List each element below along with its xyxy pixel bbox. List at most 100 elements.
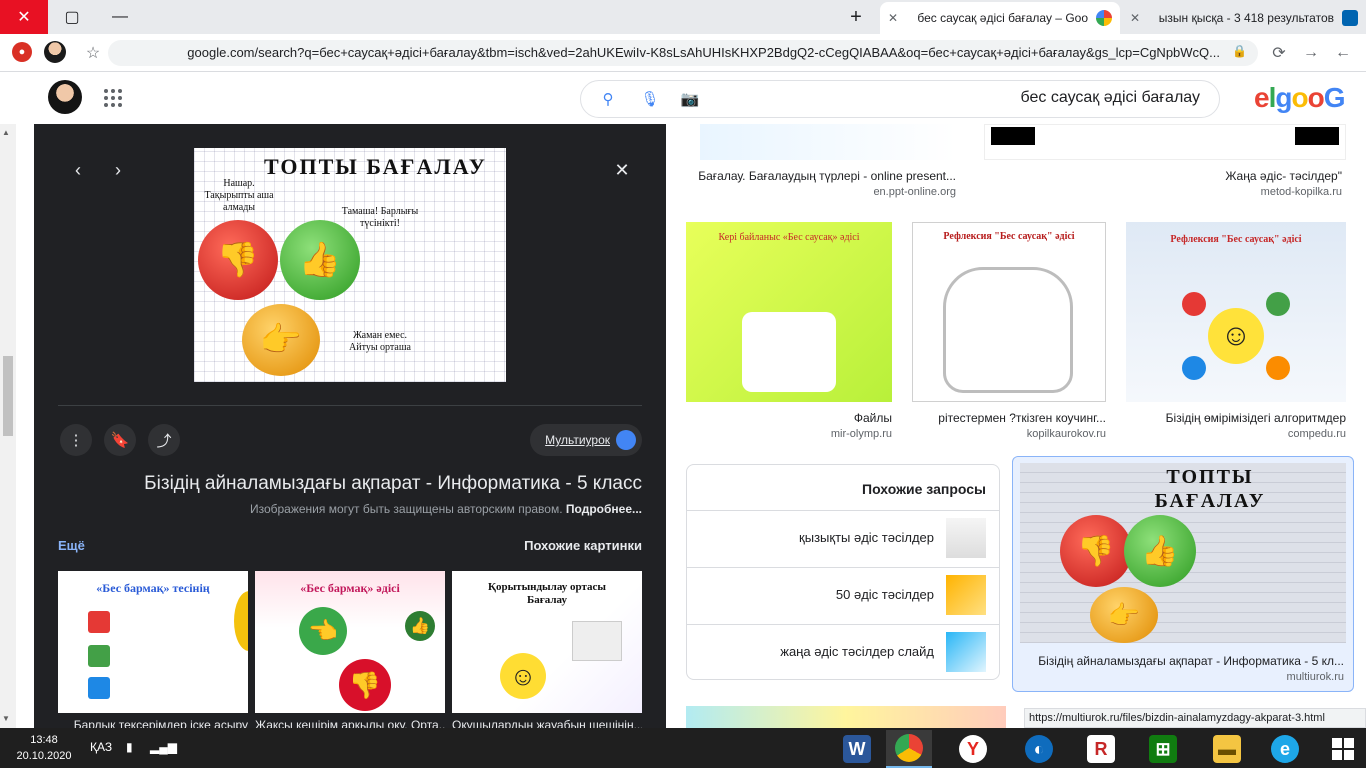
result-source[interactable]: en.ppt-online.org: [692, 186, 956, 198]
result-title[interactable]: Бағалау. Бағалаудың түрлері - online pre…: [692, 169, 956, 183]
window-maximize-button[interactable]: ▢: [48, 0, 96, 34]
result-image[interactable]: Рефлексия "Бес саусақ" әдісі: [912, 222, 1106, 402]
status-bar-url: https://multiurok.ru/files/bizdin-ainala…: [1024, 708, 1366, 728]
related-search-thumbnail[interactable]: [946, 575, 986, 615]
result-image[interactable]: [686, 706, 1006, 728]
similar-thumbnail[interactable]: «Бес бармақ» тесінің: [58, 571, 248, 713]
next-image-icon[interactable]: ›: [106, 158, 130, 182]
result-title[interactable]: Файлы: [686, 411, 892, 425]
back-icon[interactable]: ←: [1330, 40, 1356, 66]
source-chip[interactable]: Мультиурок: [530, 424, 642, 456]
new-tab-button[interactable]: +: [842, 4, 870, 30]
taskbar-app-rar[interactable]: R: [1078, 730, 1124, 768]
result-title[interactable]: Жаңа әдіс- тәсілдер": [984, 169, 1342, 183]
source-name[interactable]: Мультиурок: [545, 433, 610, 447]
result-image[interactable]: [984, 124, 1346, 160]
related-search-label[interactable]: қызықты әдіс тәсілдер: [700, 530, 934, 545]
logo-letter: e: [1254, 82, 1270, 113]
similar-caption[interactable]: Оқушылардың жауабын шешінін...: [452, 718, 642, 728]
result-title[interactable]: Бізідің өмірімізідегі алгоритмдер: [1126, 411, 1346, 425]
lock-icon[interactable]: 🔒: [1232, 44, 1247, 58]
apps-grid-icon[interactable]: [104, 89, 122, 107]
tab-google-images[interactable]: ✕ бес саусақ әдісі бағалау – Goo: [880, 2, 1120, 34]
taskbar-app-ie[interactable]: e: [1262, 730, 1308, 768]
address-bar-url[interactable]: google.com/search?q=бес+саусақ+әдісі+бағ…: [120, 45, 1220, 60]
input-language[interactable]: ҚАЗ: [90, 740, 112, 754]
close-preview-icon[interactable]: ✕: [610, 158, 634, 182]
extension-icon[interactable]: ●: [12, 42, 32, 62]
search-icon[interactable]: ⚲: [598, 89, 618, 109]
clock-time: 13:48: [30, 734, 58, 746]
similar-caption[interactable]: Жақсы кешірім арқылы оқу. Орта...: [255, 718, 445, 728]
scrollbar-thumb[interactable]: [3, 356, 13, 436]
selected-result-image[interactable]: ТОПТЫ БАҒАЛАУ 👎 👍 👉: [1020, 463, 1346, 643]
result-source[interactable]: mir-olymp.ru: [686, 428, 892, 440]
result-source[interactable]: multiurok.ru: [1020, 671, 1344, 683]
taskbar-clock[interactable]: 13:48 20.10.2020: [14, 732, 74, 764]
taskbar-app-chrome[interactable]: [886, 730, 932, 768]
profile-avatar[interactable]: [44, 41, 66, 63]
related-search-label[interactable]: жаңа әдіс тәсілдер слайд: [700, 644, 934, 659]
preview-label-poor: Нашар. Тақырыпты аша алмады: [204, 178, 274, 213]
camera-search-icon[interactable]: 📷: [680, 89, 700, 109]
result-image-title: Кері байланыс «Бес саусақ» әдісі: [718, 232, 860, 243]
app-icon: ◐: [1025, 735, 1053, 763]
result-source[interactable]: kopilkaurokov.ru: [912, 428, 1106, 440]
learn-more-link[interactable]: Подробнее...: [566, 502, 642, 516]
tab-close-icon[interactable]: ✕: [888, 11, 898, 25]
save-bookmark-icon[interactable]: 🔖: [104, 424, 136, 456]
result-image[interactable]: Кері байланыс «Бес саусақ» әдісі: [686, 222, 892, 402]
forward-icon[interactable]: →: [1298, 40, 1324, 66]
reload-icon[interactable]: ⟳: [1266, 40, 1292, 66]
hand-image: [742, 312, 836, 392]
microphone-icon[interactable]: 🎙: [640, 89, 660, 109]
similar-images-heading: Похожие картинки: [524, 538, 642, 553]
thumb-side-icon: 👉: [242, 304, 320, 376]
result-title[interactable]: рітестермен ?ткізген коучинг...: [912, 411, 1106, 425]
thumb-up-icon: [88, 677, 110, 699]
smiley-icon: ☺: [500, 653, 546, 699]
scroll-down-icon[interactable]: ▼: [2, 714, 10, 723]
taskbar-app-yandex[interactable]: Y: [950, 730, 996, 768]
copyright-text: Изображения могут быть защищены авторски…: [249, 502, 563, 516]
similar-thumbnail[interactable]: Қорытындылау ортасы Бағалау ☺: [452, 571, 642, 713]
result-title[interactable]: Бізідің айналамыздағы ақпарат - Информат…: [1020, 654, 1344, 668]
window-close-button[interactable]: ✕: [0, 0, 48, 34]
taskbar-app-store[interactable]: ⊞: [1140, 730, 1186, 768]
similar-thumbnail[interactable]: «Бес бармақ» әдісі 👈 👎 👍: [255, 571, 445, 713]
result-source[interactable]: compedu.ru: [1126, 428, 1346, 440]
window-minimize-button[interactable]: —: [96, 0, 144, 34]
tab-yandex[interactable]: ✕ ызын қысқа - 3 418 результатов: [1122, 2, 1366, 34]
result-image[interactable]: Рефлексия "Бес саусақ" әдісі ☺: [1126, 222, 1346, 402]
related-search-thumbnail[interactable]: [946, 518, 986, 558]
taskbar-app-word[interactable]: W: [834, 730, 880, 768]
scroll-up-icon[interactable]: ▲: [2, 128, 10, 137]
preview-title[interactable]: Бізідің айналамыздағы ақпарат - Информат…: [58, 473, 642, 495]
share-icon[interactable]: ⤴: [148, 424, 180, 456]
thumb-side-icon: 👈: [299, 607, 347, 655]
rar-icon: R: [1087, 735, 1115, 763]
palm-icon: [1182, 292, 1206, 316]
start-button[interactable]: [1320, 730, 1366, 768]
related-search-label[interactable]: 50 әдіс тәсілдер: [700, 587, 934, 602]
previous-image-icon[interactable]: ‹: [66, 158, 90, 182]
taskbar-app-generic[interactable]: ◐: [1016, 730, 1062, 768]
tab-close-icon[interactable]: ✕: [1130, 11, 1140, 25]
more-similar-link[interactable]: Ещё: [58, 538, 85, 553]
result-source[interactable]: metod-kopilka.ru: [984, 186, 1342, 198]
palm-icon: [1182, 356, 1206, 380]
tab-title: бес саусақ әдісі бағалау – Goo: [917, 11, 1088, 25]
google-logo[interactable]: elgooG: [1254, 82, 1345, 114]
similar-caption[interactable]: Барлық тексерімдер іске асыру: [58, 718, 248, 728]
related-search-thumbnail[interactable]: [946, 632, 986, 672]
network-icon[interactable]: ▂▄▆: [150, 740, 177, 754]
preview-label-ok: Жаман емес. Айтуы орташа: [349, 330, 411, 353]
account-avatar[interactable]: [48, 80, 82, 114]
taskbar-app-explorer[interactable]: ▬: [1204, 730, 1250, 768]
battery-icon[interactable]: ▮: [126, 740, 133, 754]
search-input[interactable]: бес саусақ әдісі бағалау: [760, 89, 1200, 107]
result-image[interactable]: [700, 124, 956, 160]
thumbnail-title: «Бес бармақ» әдісі: [300, 581, 400, 595]
more-options-icon[interactable]: ⋮: [60, 424, 92, 456]
bookmark-star-icon[interactable]: ☆: [80, 40, 106, 66]
